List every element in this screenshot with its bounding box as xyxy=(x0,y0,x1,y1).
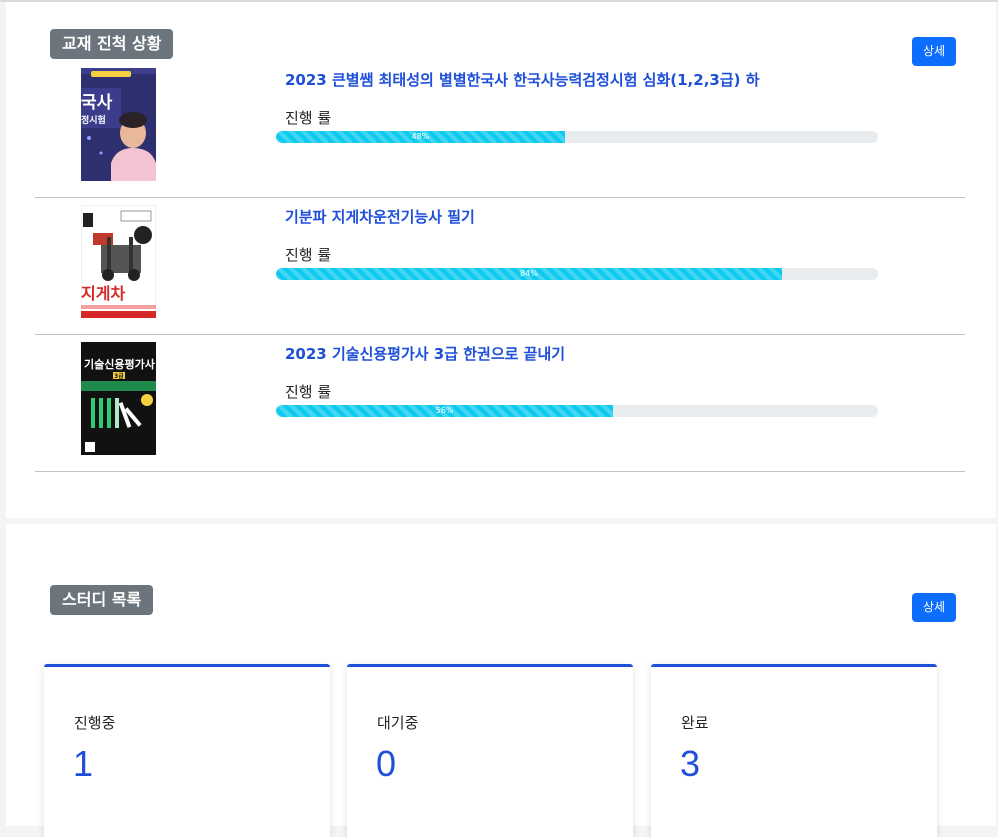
study-stat-card-in-progress[interactable]: 진행중 1 xyxy=(44,664,330,837)
study-stat-card-waiting[interactable]: 대기중 0 xyxy=(347,664,633,837)
book-cover-image[interactable]: 국사 정시험 xyxy=(81,68,156,181)
stat-label: 대기중 xyxy=(377,714,419,732)
textbook-progress-heading: 교재 진척 상황 xyxy=(50,29,174,59)
progress-label: 진행 률 xyxy=(285,109,332,127)
textbook-row[interactable]: 지게차 기분파 지게차운전기능사 필기 진행 률 84% xyxy=(35,198,965,335)
cover-text: 정시험 xyxy=(81,114,106,126)
book-title[interactable]: 2023 기술신용평가사 3급 한권으로 끝내기 xyxy=(285,343,565,364)
stat-value: 1 xyxy=(73,743,94,784)
cover-text: 3급 xyxy=(114,372,124,380)
stat-value: 0 xyxy=(376,743,397,784)
progress-bar: 48% xyxy=(276,131,878,143)
progress-fill: 48% xyxy=(276,131,565,143)
textbook-progress-section: 교재 진척 상황 상세 국사 정시험 2023 큰별쌤 최태성의 별별한국사 한… xyxy=(6,2,996,518)
textbook-row[interactable]: 국사 정시험 2023 큰별쌤 최태성의 별별한국사 한국사능력검정시험 심화(… xyxy=(35,61,965,198)
book-title[interactable]: 2023 큰별쌤 최태성의 별별한국사 한국사능력검정시험 심화(1,2,3급)… xyxy=(285,69,760,90)
study-list-heading: 스터디 목록 xyxy=(50,585,154,615)
book-cover-image[interactable]: 기술신용평가사 3급 xyxy=(81,342,156,455)
study-detail-button[interactable]: 상세 xyxy=(912,593,956,622)
textbook-row[interactable]: 기술신용평가사 3급 2023 기술신용평가사 3급 한권으로 끝내기 진행 률… xyxy=(35,335,965,472)
book-cover-image[interactable]: 지게차 xyxy=(81,205,156,318)
progress-fill: 84% xyxy=(276,268,782,280)
cover-text: 지게차 xyxy=(81,284,125,303)
study-list-section: 스터디 목록 상세 진행중 1 대기중 0 완료 3 xyxy=(6,524,996,837)
progress-bar: 56% xyxy=(276,405,878,417)
progress-fill: 56% xyxy=(276,405,614,417)
cover-text: 기술신용평가사 xyxy=(84,357,156,371)
cover-text: 국사 xyxy=(81,93,113,113)
stat-label: 완료 xyxy=(681,714,709,732)
progress-bar: 84% xyxy=(276,268,878,280)
progress-label: 진행 률 xyxy=(285,383,332,401)
stat-value: 3 xyxy=(680,743,701,784)
book-title[interactable]: 기분파 지게차운전기능사 필기 xyxy=(285,206,475,227)
study-stat-card-completed[interactable]: 완료 3 xyxy=(651,664,937,837)
stat-label: 진행중 xyxy=(74,714,116,732)
progress-label: 진행 률 xyxy=(285,246,332,264)
